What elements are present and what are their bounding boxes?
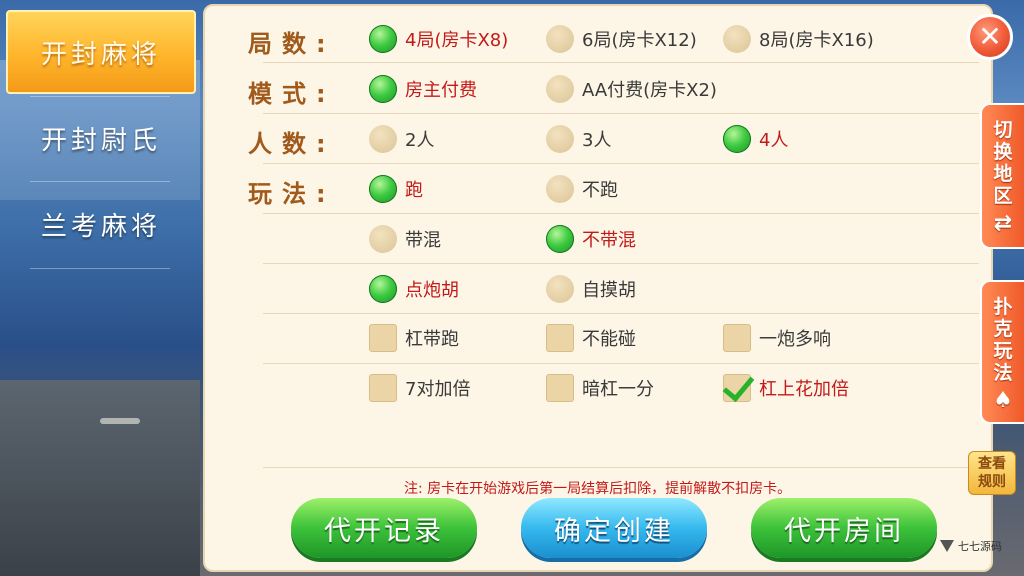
option-label: 带混 <box>405 230 441 251</box>
play-style-label: 玩法: <box>248 180 336 208</box>
option-label: 不跑 <box>582 180 618 201</box>
row-divider <box>263 263 979 264</box>
option-label: 房主付费 <box>405 80 477 101</box>
rounds-label: 局数: <box>248 30 336 58</box>
poker-play-label: 扑克玩法 <box>993 296 1013 384</box>
checkbox-unchecked-icon <box>369 374 397 402</box>
option-label: 8局(房卡X16) <box>759 30 874 51</box>
row-divider <box>263 113 979 114</box>
poker-play-tab[interactable]: 扑克玩法 ♠ <box>980 280 1024 424</box>
radio-selected-icon <box>546 225 574 253</box>
radio-selected-icon <box>369 75 397 103</box>
switch-region-label: 切换地区 <box>993 119 1013 207</box>
proxy-room-button[interactable]: 代开房间 <box>751 498 937 558</box>
switch-region-tab[interactable]: 切换地区 ⇄ <box>980 103 1024 249</box>
proxy-record-button[interactable]: 代开记录 <box>291 498 477 558</box>
option-label: 一炮多响 <box>759 329 831 350</box>
option-label: 杠上花加倍 <box>759 379 849 400</box>
row-divider <box>263 467 979 468</box>
option-label: 2人 <box>405 130 435 151</box>
checkbox-unchecked-icon <box>546 324 574 352</box>
option-2-players[interactable]: 2人 <box>369 125 434 153</box>
option-label: 点炮胡 <box>405 280 459 301</box>
confirm-create-button[interactable]: 确定创建 <box>521 498 707 558</box>
option-run[interactable]: 跑 <box>369 175 423 203</box>
option-4-players[interactable]: 4人 <box>723 125 788 153</box>
sidebar-item-kaifeng-mahjong[interactable]: 开封麻将 <box>6 10 196 94</box>
option-label: 4局(房卡X8) <box>405 30 509 51</box>
checkbox-unchecked-icon <box>369 324 397 352</box>
option-label: 杠带跑 <box>405 329 459 350</box>
option-3-players[interactable]: 3人 <box>546 125 611 153</box>
radio-unselected-icon <box>546 25 574 53</box>
players-label: 人数: <box>248 130 336 158</box>
option-label: 4人 <box>759 130 789 151</box>
option-8-rounds[interactable]: 8局(房卡X16) <box>723 25 874 53</box>
option-without-wild[interactable]: 不带混 <box>546 225 636 253</box>
option-label: 不能碰 <box>582 329 636 350</box>
radio-unselected-icon <box>546 125 574 153</box>
row-divider <box>263 213 979 214</box>
close-icon[interactable]: ✕ <box>967 14 1013 60</box>
option-host-pays[interactable]: 房主付费 <box>369 75 477 103</box>
radio-unselected-icon <box>723 25 751 53</box>
checkbox-concealed-kong-one-point[interactable]: 暗杠一分 <box>546 374 654 402</box>
option-label: 自摸胡 <box>582 280 636 301</box>
mode-label: 模式: <box>248 80 336 108</box>
option-self-draw-win[interactable]: 自摸胡 <box>546 275 636 303</box>
row-divider <box>263 62 979 63</box>
option-label: 跑 <box>405 180 423 201</box>
checkbox-unchecked-icon <box>546 374 574 402</box>
radio-unselected-icon <box>546 275 574 303</box>
radio-unselected-icon <box>546 175 574 203</box>
view-rules-label: 查看规则 <box>978 456 1006 490</box>
option-discard-win[interactable]: 点炮胡 <box>369 275 459 303</box>
option-label: 7对加倍 <box>405 379 471 400</box>
checkbox-seven-pairs-double[interactable]: 7对加倍 <box>369 374 470 402</box>
row-divider <box>263 363 979 364</box>
watermark-logo-icon <box>940 540 954 552</box>
option-label: 暗杠一分 <box>582 379 654 400</box>
sidebar-item-lankao-mahjong[interactable]: 兰考麻将 <box>6 182 196 266</box>
option-label: 3人 <box>582 130 612 151</box>
playing-card-icon: ♠ <box>993 388 1013 413</box>
option-4-rounds[interactable]: 4局(房卡X8) <box>369 25 508 53</box>
checkbox-unchecked-icon <box>723 324 751 352</box>
region-sidebar: 开封麻将 开封尉氏 兰考麻将 <box>0 0 200 576</box>
room-card-note: 注: 房卡在开始游戏后第一局结算后扣除，提前解散不扣房卡。 <box>404 481 792 497</box>
option-6-rounds[interactable]: 6局(房卡X12) <box>546 25 697 53</box>
checkbox-checked-icon <box>723 374 751 402</box>
checkbox-multi-win[interactable]: 一炮多响 <box>723 324 831 352</box>
option-aa-pays[interactable]: AA付费(房卡X2) <box>546 75 717 103</box>
view-rules-button[interactable]: 查看规则 <box>968 451 1016 495</box>
radio-unselected-icon <box>546 75 574 103</box>
option-with-wild[interactable]: 带混 <box>369 225 441 253</box>
checkbox-kong-with-run[interactable]: 杠带跑 <box>369 324 459 352</box>
radio-unselected-icon <box>369 225 397 253</box>
checkbox-kong-bloom-double[interactable]: 杠上花加倍 <box>723 374 849 402</box>
radio-selected-icon <box>369 175 397 203</box>
option-label: 不带混 <box>582 230 636 251</box>
radio-selected-icon <box>369 275 397 303</box>
option-label: 6局(房卡X12) <box>582 30 697 51</box>
radio-unselected-icon <box>369 125 397 153</box>
sidebar-item-kaifeng-weishi[interactable]: 开封尉氏 <box>6 96 196 180</box>
swap-arrows-icon: ⇄ <box>993 211 1013 236</box>
row-divider <box>263 313 979 314</box>
option-no-run[interactable]: 不跑 <box>546 175 618 203</box>
sidebar-divider <box>30 268 170 269</box>
watermark-text: 七七源码 <box>958 540 1002 553</box>
watermark: 七七源码 <box>940 538 1002 554</box>
row-divider <box>263 163 979 164</box>
checkbox-no-pong[interactable]: 不能碰 <box>546 324 636 352</box>
option-label: AA付费(房卡X2) <box>582 80 717 101</box>
radio-selected-icon <box>723 125 751 153</box>
radio-selected-icon <box>369 25 397 53</box>
